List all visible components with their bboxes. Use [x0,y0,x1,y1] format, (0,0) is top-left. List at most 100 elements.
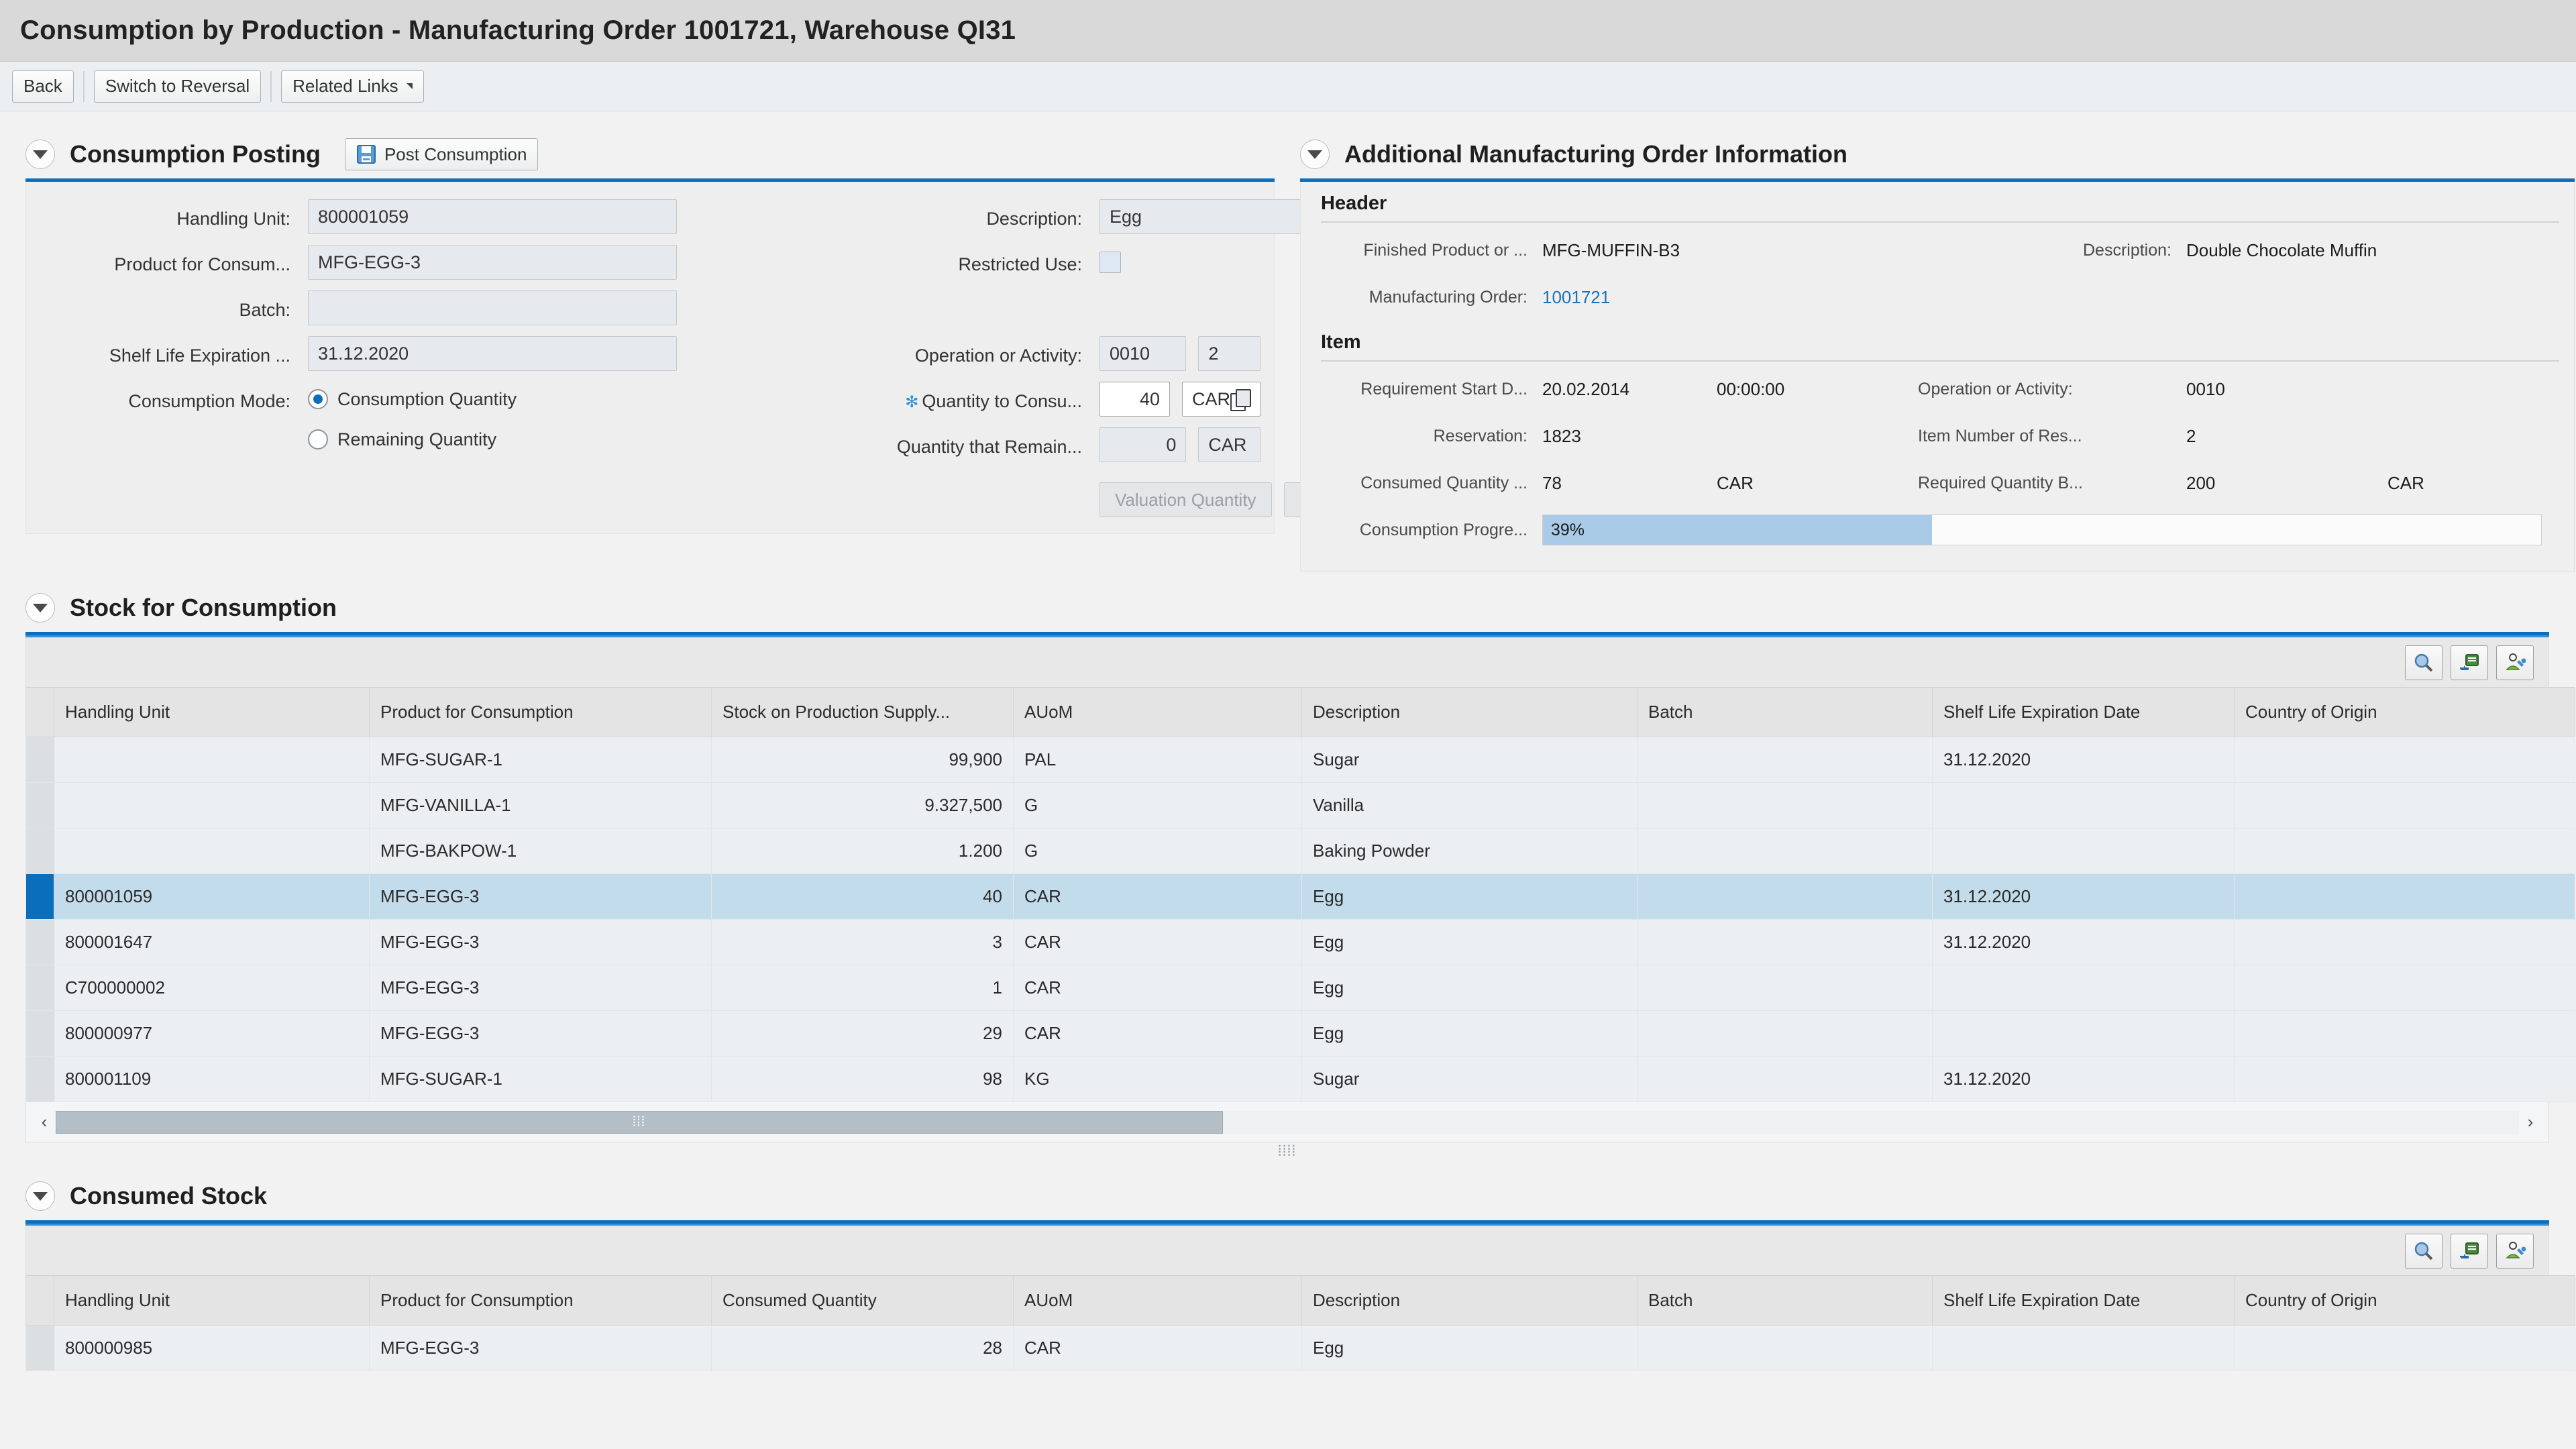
export-spreadsheet-button[interactable] [2451,645,2488,680]
cell-shelf-life: 31.12.2020 [1933,874,2235,920]
column-header[interactable]: Product for Consumption [370,1276,712,1326]
table-row[interactable]: 800001059MFG-EGG-340CAREgg31.12.2020 [26,874,2575,920]
column-header[interactable]: Stock on Production Supply... [712,688,1014,737]
scroll-left-icon[interactable]: ‹ [33,1112,56,1132]
table-row[interactable]: MFG-SUGAR-199,900PALSugar31.12.2020 [26,737,2575,783]
quantity-fields-col: 40 CAR 0 CAR Valuation Quantity Serial N… [1099,382,1260,517]
personalize-button[interactable] [2496,645,2534,680]
column-header[interactable]: Description [1302,1276,1638,1326]
column-header[interactable]: Handling Unit [54,688,370,737]
consumed-stock-table-toolbar [25,1226,2549,1275]
cell-handling-unit: 800000977 [54,1011,370,1057]
cell-shelf-life [1933,965,2235,1011]
back-button[interactable]: Back [12,70,74,103]
progress-text: 39% [1551,515,1585,545]
table-row[interactable]: 800000985MFG-EGG-328CAREgg [26,1326,2575,1371]
row-selector[interactable] [26,1326,54,1371]
radio-consumption-quantity[interactable]: Consumption Quantity [308,382,677,417]
quantity-to-consume-uom-input[interactable]: CAR [1182,382,1260,417]
table-row[interactable]: C700000002MFG-EGG-31CAREgg [26,965,2575,1011]
row-selector[interactable] [26,874,54,920]
hscroll-thumb[interactable]: ⦙⦙⦙ [56,1111,1223,1134]
row-selector[interactable] [26,783,54,828]
column-header[interactable]: Batch [1638,1276,1933,1326]
radio-on-icon [308,389,328,409]
table-row[interactable]: MFG-VANILLA-19.327,500GVanilla [26,783,2575,828]
column-header[interactable]: Consumed Quantity [712,1276,1014,1326]
handling-unit-input[interactable]: 800001059 [308,199,677,234]
table-row[interactable]: 800000977MFG-EGG-329CAREgg [26,1011,2575,1057]
cell-batch [1638,828,1933,874]
column-header[interactable]: AUoM [1014,688,1302,737]
batch-input[interactable] [308,290,677,325]
row-selector[interactable] [26,1011,54,1057]
personalize-button[interactable] [2496,1234,2534,1269]
stock-table-toolbar [25,637,2549,687]
collapse-toggle-additional-info[interactable] [1300,140,1330,169]
column-header[interactable]: Handling Unit [54,1276,370,1326]
table-row[interactable]: 800001647MFG-EGG-33CAREgg31.12.2020 [26,920,2575,965]
operation-or-activity-group: 0010 2 [1099,336,1260,382]
activity-input[interactable]: 2 [1198,336,1260,371]
search-icon-button[interactable] [2405,1234,2443,1269]
collapse-toggle-consumption-posting[interactable] [25,140,55,169]
resize-grip[interactable]: ⦙⦙⦙⦙ [25,1142,2549,1160]
quantity-to-consume-input[interactable]: 40 [1099,382,1170,417]
table-row[interactable]: MFG-BAKPOW-11.200GBaking Powder [26,828,2575,874]
cell-product: MFG-EGG-3 [370,874,712,920]
cell-shelf-life [1933,783,2235,828]
operation-or-activity-input[interactable]: 0010 [1099,336,1186,371]
row-selector[interactable] [26,828,54,874]
requirement-start-date-label: Requirement Start D... [1321,366,1542,413]
table-row[interactable]: 800001109MFG-SUGAR-198KGSugar31.12.2020 [26,1057,2575,1102]
restricted-use-checkbox[interactable] [1099,252,1121,273]
cell-auom: G [1014,828,1302,874]
hscroll-track[interactable]: ⦙⦙⦙ [56,1111,2519,1134]
stock-table-hscrollbar[interactable]: ‹ ⦙⦙⦙ › [25,1102,2549,1142]
consumed-stock-table: Handling Unit Product for Consumption Co… [25,1275,2575,1371]
cell-country [2235,783,2575,828]
item-subtitle: Item [1301,321,2574,360]
column-header[interactable]: Country of Origin [2235,688,2575,737]
row-selector[interactable] [26,920,54,965]
column-header[interactable]: Description [1302,688,1638,737]
required-quantity-value: 200 [2186,460,2387,506]
search-icon-button[interactable] [2405,645,2443,680]
collapse-toggle-consumed-stock[interactable] [25,1181,55,1211]
row-selector[interactable] [26,737,54,783]
scroll-right-icon[interactable]: › [2519,1112,2542,1132]
export-spreadsheet-button[interactable] [2451,1234,2488,1269]
column-header[interactable]: Shelf Life Expiration Date [1933,1276,2235,1326]
column-header[interactable]: AUoM [1014,1276,1302,1326]
column-header[interactable]: Batch [1638,688,1933,737]
collapse-toggle-stock-for-consumption[interactable] [25,593,55,623]
column-header[interactable]: Product for Consumption [370,688,712,737]
value-help-icon[interactable] [1230,389,1250,409]
stock-for-consumption-header: Stock for Consumption [25,584,2549,632]
select-all-header[interactable] [26,688,54,737]
shelf-life-expiration-input[interactable]: 31.12.2020 [308,336,677,371]
toolbar-separator [270,71,272,102]
column-header[interactable]: Country of Origin [2235,1276,2575,1326]
manufacturing-order-label: Manufacturing Order: [1321,274,1542,321]
search-icon [2413,652,2434,674]
related-links-label: Related Links [292,76,398,97]
row-selector[interactable] [26,1057,54,1102]
valuation-quantity-button[interactable]: Valuation Quantity [1099,482,1272,517]
section-title: Consumed Stock [70,1182,267,1210]
radio-remaining-quantity[interactable]: Remaining Quantity [308,422,677,457]
related-links-button[interactable]: Related Links [281,70,424,103]
switch-to-reversal-button[interactable]: Switch to Reversal [94,70,261,103]
cell-description: Egg [1302,874,1638,920]
cell-product: MFG-SUGAR-1 [370,1057,712,1102]
cell-stock: 3 [712,920,1014,965]
cell-shelf-life [1933,1011,2235,1057]
row-selector[interactable] [26,965,54,1011]
consumed-quantity-uom: CAR [1717,460,1918,506]
product-for-consumption-input[interactable]: MFG-EGG-3 [308,245,677,280]
select-all-header[interactable] [26,1276,54,1326]
column-header[interactable]: Shelf Life Expiration Date [1933,688,2235,737]
chevron-down-icon [33,604,48,612]
post-consumption-button[interactable]: Post Consumption [345,138,538,170]
manufacturing-order-link[interactable]: 1001721 [1542,274,1717,321]
